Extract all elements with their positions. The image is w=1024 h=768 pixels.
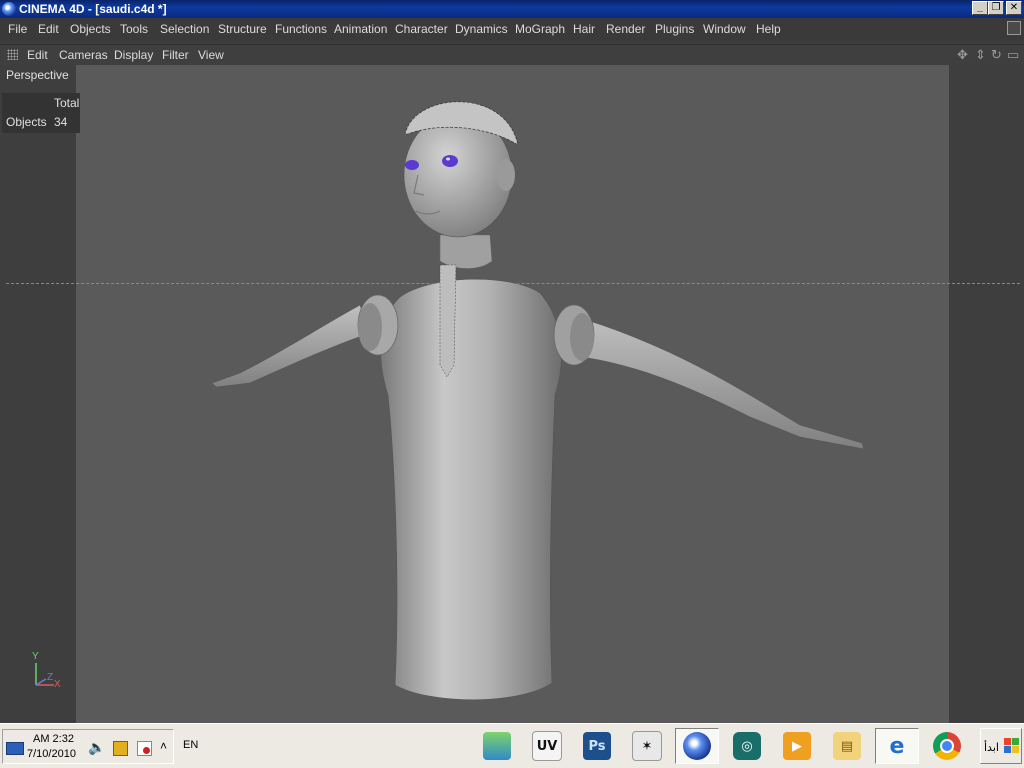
menu-character[interactable]: Character <box>395 21 448 37</box>
viewport-menu-cameras[interactable]: Cameras <box>59 48 108 63</box>
taskbar: AM 2:32 7/10/2010 🔈 ˄ EN UV Ps ✶ ◎ ▶ ▤ e… <box>0 723 1024 768</box>
clock-date[interactable]: 7/10/2010 <box>27 748 76 760</box>
axis-z-label: Z <box>47 672 54 683</box>
menu-bar: File Edit Objects Tools Selection Struct… <box>0 18 1024 40</box>
show-hidden-icons-icon[interactable]: ˄ <box>160 739 167 753</box>
network-icon[interactable] <box>113 741 128 756</box>
media-player-icon: ▶ <box>783 732 811 760</box>
start-button[interactable]: ابدأ <box>980 728 1022 764</box>
taskbar-internet-explorer-button[interactable]: e <box>875 728 919 764</box>
character-model[interactable] <box>0 65 1024 723</box>
taskbar-uvlayout-button[interactable]: UV <box>525 728 569 764</box>
messenger-icon <box>483 732 511 760</box>
rotate-icon[interactable]: ↻ <box>991 47 1002 62</box>
zbrush-icon: ✶ <box>632 731 662 761</box>
viewport-menu-view[interactable]: View <box>198 48 224 63</box>
menu-objects[interactable]: Objects <box>70 21 111 37</box>
menu-dynamics[interactable]: Dynamics <box>455 21 508 37</box>
taskbar-messenger-button[interactable] <box>475 728 519 764</box>
taskbar-chrome-button[interactable] <box>925 728 969 764</box>
menu-file[interactable]: File <box>8 21 27 37</box>
internet-explorer-icon: e <box>889 733 905 759</box>
taskbar-media-player-button[interactable]: ▶ <box>775 728 819 764</box>
photoshop-icon: Ps <box>583 732 611 760</box>
clock-time[interactable]: AM 2:32 <box>33 733 74 745</box>
axis-x-label: X <box>54 679 61 690</box>
volume-icon[interactable]: 🔈 <box>88 739 105 756</box>
menu-render[interactable]: Render <box>606 21 645 37</box>
taskbar-photoshop-button[interactable]: Ps <box>575 728 619 764</box>
taskbar-zbrush-button[interactable]: ✶ <box>625 728 669 764</box>
zoom-icon[interactable]: ⇕ <box>975 47 986 62</box>
menu-functions[interactable]: Functions <box>275 21 327 37</box>
menu-animation[interactable]: Animation <box>334 21 387 37</box>
menu-plugins[interactable]: Plugins <box>655 21 694 37</box>
menu-edit[interactable]: Edit <box>38 21 59 37</box>
viewport-menu-display[interactable]: Display <box>114 48 153 63</box>
menu-structure[interactable]: Structure <box>218 21 267 37</box>
cinema4d-app-icon[interactable] <box>2 2 16 16</box>
menu-help[interactable]: Help <box>756 21 781 37</box>
windows-flag-icon <box>1004 738 1019 753</box>
title-bar: CINEMA 4D - [saudi.c4d *] _ ❐ ✕ <box>0 0 1024 18</box>
viewport-menu-edit[interactable]: Edit <box>27 48 48 63</box>
maximize-button[interactable]: ❐ <box>988 1 1004 15</box>
show-desktop-icon[interactable] <box>6 742 24 755</box>
security-alert-icon[interactable] <box>137 741 152 756</box>
window-title: CINEMA 4D - [saudi.c4d *] <box>19 2 167 16</box>
perspective-viewport[interactable]: Perspective Total Objects 34 Y Z X <box>0 65 1024 723</box>
menu-mograph[interactable]: MoGraph <box>515 21 565 37</box>
grip-icon[interactable] <box>7 49 18 60</box>
maximize-view-icon[interactable]: ▭ <box>1007 47 1019 62</box>
close-button[interactable]: ✕ <box>1006 1 1022 15</box>
folder-icon: ▤ <box>833 732 861 760</box>
viewport-menu-filter[interactable]: Filter <box>162 48 189 63</box>
move-icon[interactable]: ✥ <box>957 47 968 62</box>
menu-window[interactable]: Window <box>703 21 746 37</box>
taskbar-3dsmax-button[interactable]: ◎ <box>725 728 769 764</box>
system-tray: AM 2:32 7/10/2010 🔈 ˄ <box>2 729 174 764</box>
taskbar-cinema4d-button[interactable] <box>675 728 719 764</box>
axis-gizmo: Y Z X <box>26 651 66 695</box>
viewport-menu-bar: Edit Cameras Display Filter View ✥ ⇕ ↻ ▭ <box>0 44 1024 65</box>
chrome-icon <box>933 732 961 760</box>
taskbar-explorer-button[interactable]: ▤ <box>825 728 869 764</box>
menu-selection[interactable]: Selection <box>160 21 209 37</box>
uvlayout-icon: UV <box>532 731 562 761</box>
menu-hair[interactable]: Hair <box>573 21 595 37</box>
layout-toggle-icon[interactable] <box>1007 21 1021 35</box>
minimize-button[interactable]: _ <box>972 1 988 15</box>
cinema4d-icon <box>683 732 711 760</box>
menu-tools[interactable]: Tools <box>120 21 148 37</box>
3dsmax-icon: ◎ <box>733 732 761 760</box>
language-indicator[interactable]: EN <box>183 739 198 751</box>
start-label: ابدأ <box>984 742 999 754</box>
axis-y-label: Y <box>32 651 39 662</box>
